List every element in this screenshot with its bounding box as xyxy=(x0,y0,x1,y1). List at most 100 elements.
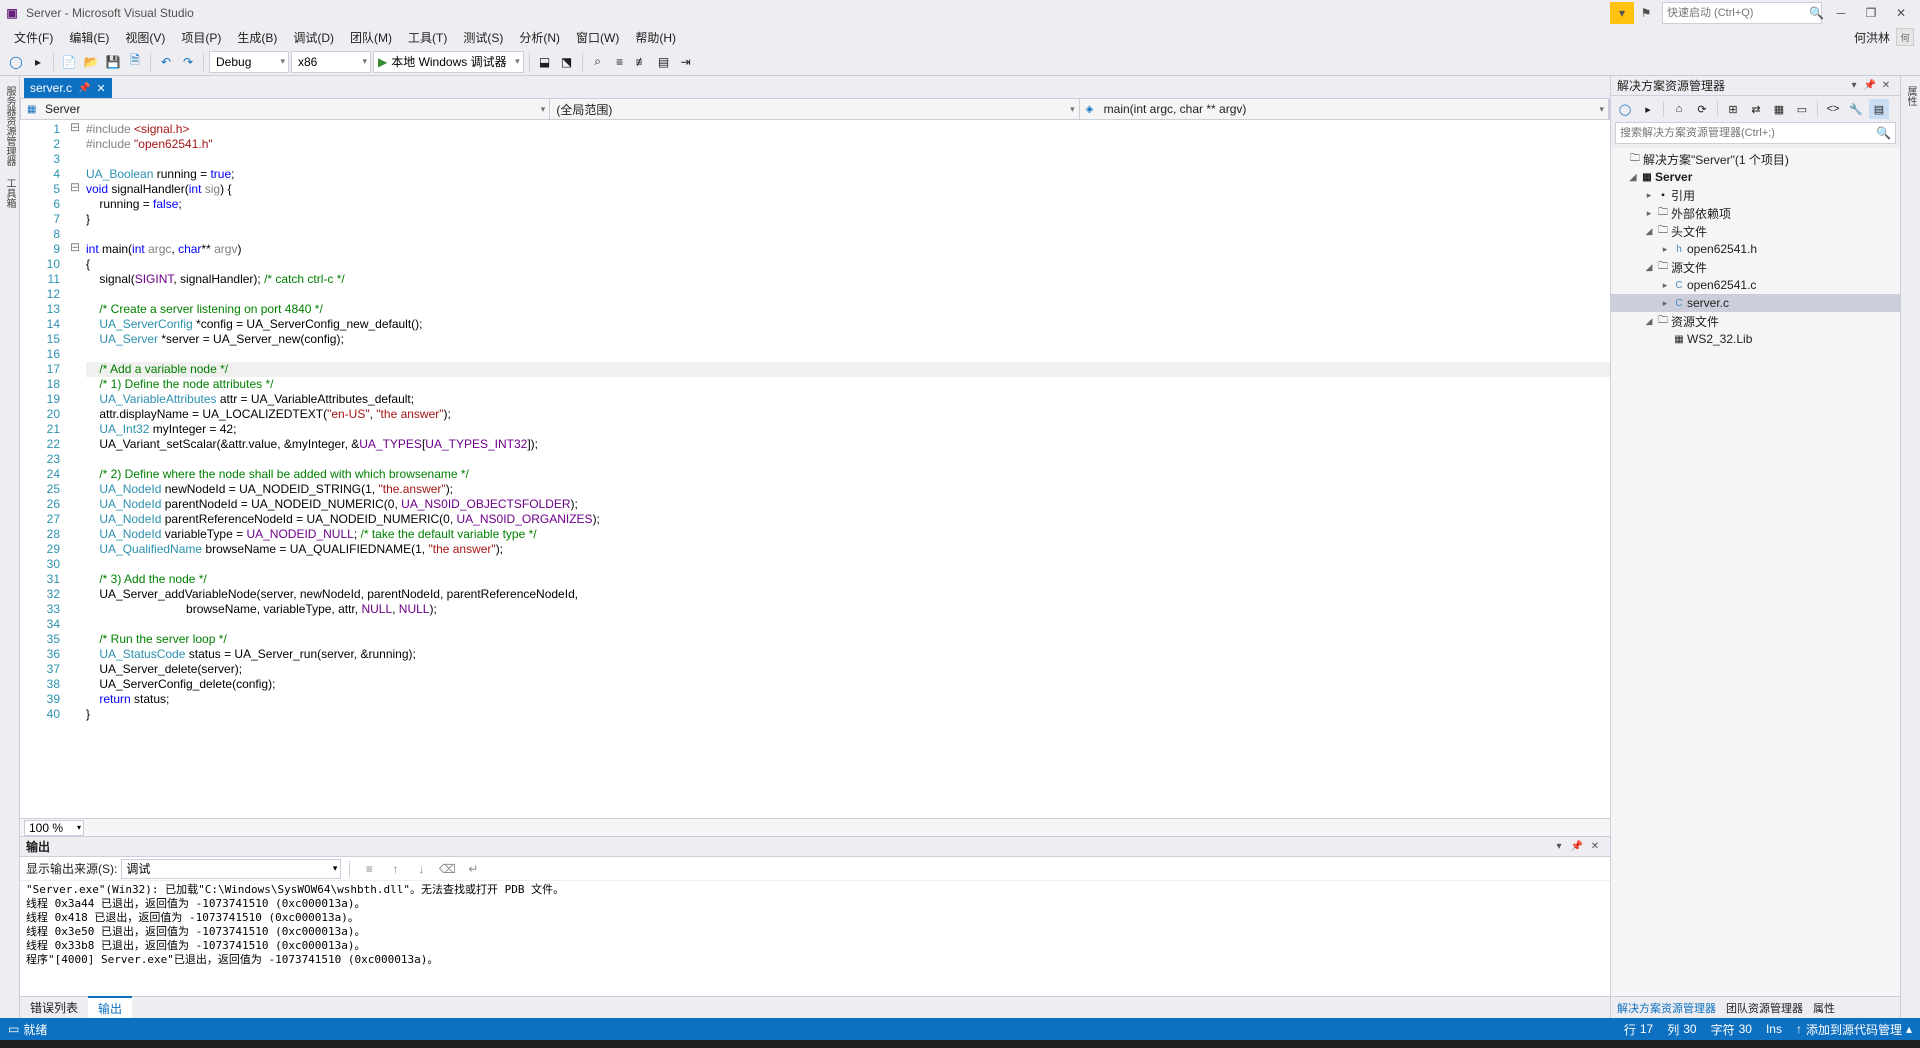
menu-编辑[interactable]: 编辑(E) xyxy=(61,27,117,48)
se-dropdown-icon[interactable]: ▾ xyxy=(1846,78,1862,94)
output-clear-button[interactable]: ⌫ xyxy=(436,859,458,879)
output-wrap-button[interactable]: ↵ xyxy=(462,859,484,879)
menu-帮助[interactable]: 帮助(H) xyxy=(627,27,684,48)
solution-config-combo[interactable]: Debug xyxy=(209,51,289,73)
source-file-2[interactable]: ▸Cserver.c xyxy=(1611,294,1900,312)
resource-file[interactable]: ▦WS2_32.Lib xyxy=(1611,330,1900,348)
menu-调试[interactable]: 调试(D) xyxy=(285,27,342,48)
solution-node[interactable]: 🗀解决方案"Server"(1 个项目) xyxy=(1611,150,1900,168)
user-name[interactable]: 何洪林 xyxy=(1854,29,1890,46)
toolbox-tab[interactable]: 工具箱 xyxy=(0,172,19,214)
solution-platform-combo[interactable]: x86 xyxy=(291,51,371,73)
se-sync-button[interactable]: ⇄ xyxy=(1746,99,1766,119)
start-debug-button[interactable]: ▶本地 Windows 调试器 xyxy=(373,51,524,73)
save-all-button[interactable]: 🗎 xyxy=(125,51,145,73)
headers-folder[interactable]: ◢🗀头文件 xyxy=(1611,222,1900,240)
properties-link[interactable]: 属性 xyxy=(1813,1000,1835,1016)
scope-combo[interactable]: (全局范围) xyxy=(550,99,1079,119)
step-over-button[interactable]: ⬔ xyxy=(557,51,577,73)
bookmark-button[interactable]: ▤ xyxy=(654,51,674,73)
output-close-icon[interactable]: ✕ xyxy=(1586,839,1604,855)
solution-tree[interactable]: 🗀解决方案"Server"(1 个项目) ◢▦Server ▸▪引用 ▸🗀外部依… xyxy=(1611,148,1900,996)
code-editor[interactable]: 1234567891011121314151617181920212223242… xyxy=(20,120,1610,818)
references-node[interactable]: ▸▪引用 xyxy=(1611,186,1900,204)
menu-文件[interactable]: 文件(F) xyxy=(6,27,61,48)
quick-launch-field[interactable] xyxy=(1667,7,1809,19)
properties-tab[interactable]: 属性 xyxy=(1901,80,1920,112)
menu-视图[interactable]: 视图(V) xyxy=(117,27,173,48)
fold-gutter[interactable]: ⊟⊟⊟ xyxy=(68,120,82,818)
search-icon: 🔍 xyxy=(1809,6,1824,20)
redo-button[interactable]: ↷ xyxy=(178,51,198,73)
output-goto-button[interactable]: ≡ xyxy=(358,859,380,879)
output-prev-button[interactable]: ↑ xyxy=(384,859,406,879)
menu-生成[interactable]: 生成(B) xyxy=(229,27,285,48)
source-file-1[interactable]: ▸Copen62541.c xyxy=(1611,276,1900,294)
solution-explorer-link[interactable]: 解决方案资源管理器 xyxy=(1617,1000,1716,1016)
quick-launch-input[interactable]: 🔍 xyxy=(1662,2,1822,24)
doc-tab-server-c[interactable]: server.c 📌 ✕ xyxy=(24,78,112,98)
new-project-button[interactable]: 📄 xyxy=(59,51,79,73)
undo-button[interactable]: ↶ xyxy=(156,51,176,73)
se-view-button[interactable]: ▤ xyxy=(1869,99,1889,119)
sources-folder[interactable]: ◢🗀源文件 xyxy=(1611,258,1900,276)
status-col: 列 30 xyxy=(1667,1021,1696,1038)
comment-button[interactable]: ≡ xyxy=(610,51,630,73)
se-back-button[interactable]: ◯ xyxy=(1615,99,1635,119)
output-source-combo[interactable]: 调试 xyxy=(121,859,341,879)
menu-团队[interactable]: 团队(M) xyxy=(342,27,400,48)
output-text[interactable]: "Server.exe"(Win32): 已加载"C:\Windows\SysW… xyxy=(20,881,1610,996)
status-add-source-control[interactable]: ↑ 添加到源代码管理 ▴ xyxy=(1796,1021,1912,1038)
se-showall-button[interactable]: ▦ xyxy=(1769,99,1789,119)
se-properties-button[interactable]: <> xyxy=(1823,99,1843,119)
member-combo[interactable]: ◈main(int argc, char ** argv) xyxy=(1080,99,1609,119)
nav-back-button[interactable]: ◯ xyxy=(6,51,26,73)
se-home-button[interactable]: ⌂ xyxy=(1669,99,1689,119)
resources-folder[interactable]: ◢🗀资源文件 xyxy=(1611,312,1900,330)
se-refresh-button[interactable]: ⟳ xyxy=(1692,99,1712,119)
error-list-tab[interactable]: 错误列表 xyxy=(20,997,88,1018)
save-button[interactable]: 💾 xyxy=(103,51,123,73)
close-button[interactable]: ✕ xyxy=(1886,2,1916,24)
se-collapse-button[interactable]: ⊞ xyxy=(1723,99,1743,119)
close-tab-icon[interactable]: ✕ xyxy=(96,82,105,95)
project-combo[interactable]: ▦Server xyxy=(21,99,550,119)
right-tool-strip: 属性 xyxy=(1900,76,1920,1018)
find-button[interactable]: ⌕ xyxy=(588,51,608,73)
team-explorer-link[interactable]: 团队资源管理器 xyxy=(1726,1000,1803,1016)
menu-窗口[interactable]: 窗口(W) xyxy=(568,27,627,48)
code-area[interactable]: #include <signal.h>#include "open62541.h… xyxy=(82,120,1610,818)
status-ready: ▭ 就绪 xyxy=(8,1021,47,1038)
external-deps-node[interactable]: ▸🗀外部依赖项 xyxy=(1611,204,1900,222)
menu-项目[interactable]: 项目(P) xyxy=(173,27,229,48)
se-close-icon[interactable]: ✕ xyxy=(1878,78,1894,94)
menu-测试[interactable]: 测试(S) xyxy=(455,27,511,48)
se-preview-button[interactable]: ▭ xyxy=(1792,99,1812,119)
se-wrench-button[interactable]: 🔧 xyxy=(1846,99,1866,119)
tab-button[interactable]: ⇥ xyxy=(676,51,696,73)
menu-分析[interactable]: 分析(N) xyxy=(511,27,568,48)
project-node[interactable]: ◢▦Server xyxy=(1611,168,1900,186)
user-avatar-icon[interactable]: 何 xyxy=(1896,28,1914,46)
output-next-button[interactable]: ↓ xyxy=(410,859,432,879)
server-explorer-tab[interactable]: 服务器资源管理器 xyxy=(0,80,19,172)
se-forward-button[interactable]: ▸ xyxy=(1638,99,1658,119)
notifications-icon[interactable]: ▾ xyxy=(1610,2,1634,24)
se-pin-icon[interactable]: 📌 xyxy=(1862,78,1878,94)
maximize-button[interactable]: ❐ xyxy=(1856,2,1886,24)
feedback-flag-icon[interactable]: ⚑ xyxy=(1634,2,1658,24)
zoom-combo[interactable]: 100 % xyxy=(24,820,84,836)
output-tab[interactable]: 输出 xyxy=(88,996,132,1018)
minimize-button[interactable]: ─ xyxy=(1826,2,1856,24)
nav-forward-button[interactable]: ▸ xyxy=(28,51,48,73)
solution-explorer-search[interactable]: 🔍 xyxy=(1615,122,1896,144)
menu-工具[interactable]: 工具(T) xyxy=(400,27,455,48)
pin-icon[interactable]: 📌 xyxy=(78,83,90,94)
header-file[interactable]: ▸hopen62541.h xyxy=(1611,240,1900,258)
uncomment-button[interactable]: ≢ xyxy=(632,51,652,73)
output-dropdown-icon[interactable]: ▾ xyxy=(1550,839,1568,855)
open-file-button[interactable]: 📂 xyxy=(81,51,101,73)
bottom-tabs: 错误列表 输出 xyxy=(20,996,1610,1018)
output-pin-icon[interactable]: 📌 xyxy=(1568,839,1586,855)
step-into-button[interactable]: ⬓ xyxy=(535,51,555,73)
